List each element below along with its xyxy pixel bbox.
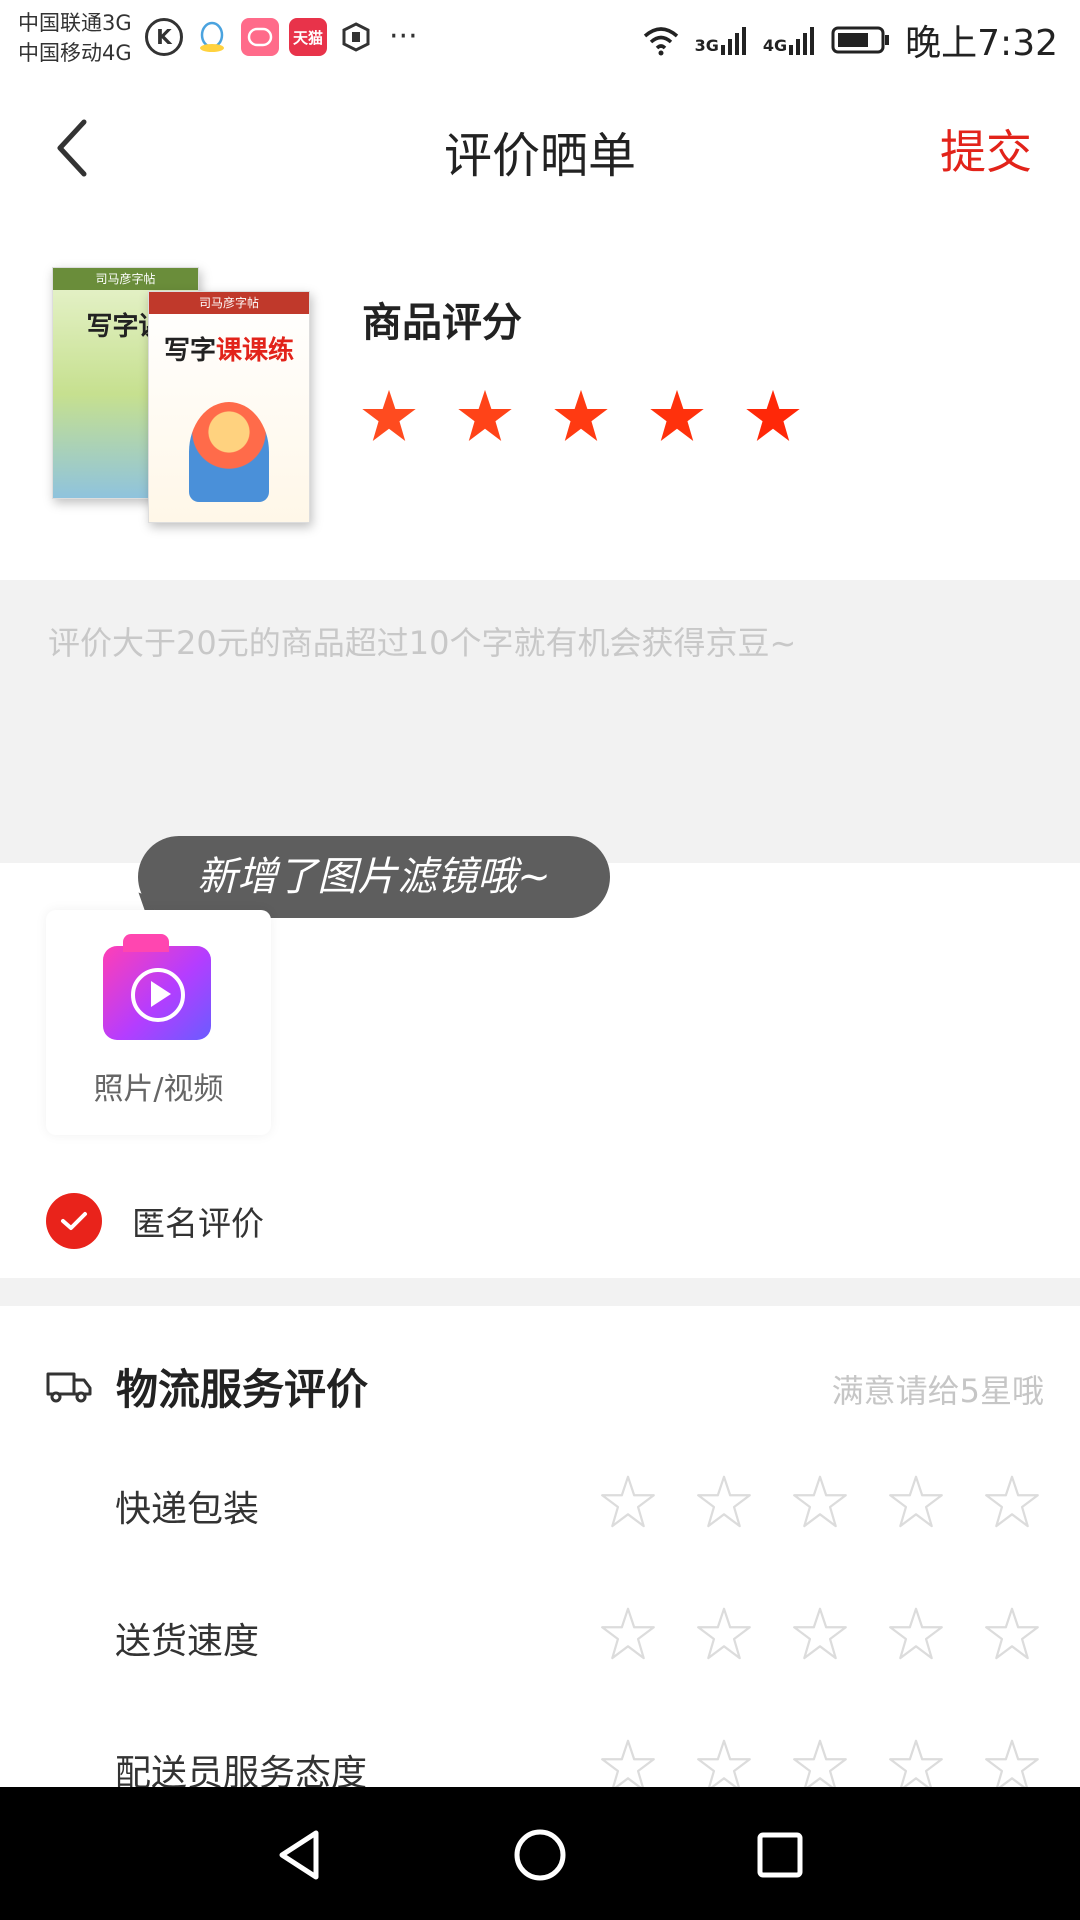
back-triangle-icon[interactable]: [270, 1825, 330, 1885]
star-icon[interactable]: [552, 387, 610, 445]
packaging-rating-stars: [600, 1474, 1040, 1530]
system-navigation-bar: [0, 1787, 1080, 1920]
signal-4g-icon: 4G: [763, 25, 817, 55]
logistics-header: 物流服务评价 满意请给5星哦: [0, 1350, 1080, 1420]
k-app-icon: K: [145, 18, 183, 56]
logistics-hint: 满意请给5星哦: [831, 1372, 1044, 1410]
star-outline-icon[interactable]: [696, 1474, 752, 1530]
vpn-shield-icon: [337, 18, 375, 56]
logistics-row-packaging: 快递包装: [0, 1470, 1080, 1540]
truck-icon: [46, 1372, 92, 1403]
star-outline-icon[interactable]: [984, 1606, 1040, 1662]
submit-button[interactable]: 提交: [940, 116, 1032, 182]
star-outline-icon[interactable]: [696, 1738, 752, 1794]
recents-square-icon[interactable]: [750, 1825, 810, 1885]
row-label: 快递包装: [115, 1489, 260, 1530]
anonymous-toggle[interactable]: 匿名评价: [46, 1193, 264, 1249]
product-rating-label: 商品评分: [362, 300, 522, 346]
star-icon[interactable]: [456, 387, 514, 445]
home-circle-icon[interactable]: [510, 1825, 570, 1885]
star-icon[interactable]: [648, 387, 706, 445]
star-outline-icon[interactable]: [984, 1474, 1040, 1530]
star-outline-icon[interactable]: [600, 1738, 656, 1794]
upload-label: 照片/视频: [93, 1072, 224, 1107]
star-outline-icon[interactable]: [792, 1474, 848, 1530]
wifi-icon: [643, 27, 678, 56]
photo-video-upload-button[interactable]: 照片/视频: [46, 910, 271, 1135]
carrier-1: 中国联通3G: [18, 11, 132, 35]
carrier-2: 中国移动4G: [18, 41, 132, 65]
signal-3g-icon: 3G: [695, 25, 749, 55]
speed-rating-stars: [600, 1606, 1040, 1662]
status-bar: 中国联通3G 中国移动4G K 天猫 ··· 3G 4G 晚上7:32: [0, 0, 1080, 80]
carrier-info: 中国联通3G 中国移动4G: [18, 8, 132, 68]
star-outline-icon[interactable]: [792, 1738, 848, 1794]
star-outline-icon[interactable]: [984, 1738, 1040, 1794]
battery-icon: [831, 26, 890, 54]
notification-icons: K 天猫 ···: [145, 18, 418, 56]
product-rating-section: 司马彦字帖 写字课 司马彦字帖 写字课课练 商品评分: [0, 215, 1080, 580]
star-icon[interactable]: [744, 387, 802, 445]
more-notifications-icon: ···: [389, 19, 418, 54]
product-image: 司马彦字帖 写字课课练: [148, 291, 310, 523]
product-rating-stars: [360, 387, 802, 445]
cartoon-illustration: [189, 402, 269, 502]
courier-rating-stars: [600, 1738, 1040, 1794]
qq-icon: [193, 18, 231, 56]
system-status: 3G 4G 晚上7:32: [641, 14, 1058, 66]
clock: 晚上7:32: [905, 23, 1058, 64]
row-label: 送货速度: [115, 1621, 260, 1662]
section-divider: [0, 1278, 1080, 1306]
chat-app-icon: [241, 18, 279, 56]
checkmark-icon: [46, 1193, 102, 1249]
comment-input[interactable]: [46, 616, 1040, 840]
logistics-row-speed: 送货速度: [0, 1602, 1080, 1672]
star-outline-icon[interactable]: [696, 1606, 752, 1662]
star-outline-icon[interactable]: [888, 1738, 944, 1794]
comment-panel: [0, 580, 1080, 863]
tmall-icon: 天猫: [289, 18, 327, 56]
nav-bar: 评价晒单 提交: [0, 80, 1080, 215]
star-outline-icon[interactable]: [792, 1606, 848, 1662]
star-icon[interactable]: [360, 387, 418, 445]
filter-tooltip: 新增了图片滤镜哦~: [138, 836, 610, 918]
anonymous-label: 匿名评价: [132, 1204, 264, 1243]
camera-icon: [103, 934, 211, 1040]
star-outline-icon[interactable]: [600, 1474, 656, 1530]
star-outline-icon[interactable]: [888, 1474, 944, 1530]
star-outline-icon[interactable]: [600, 1606, 656, 1662]
logistics-title: 物流服务评价: [116, 1365, 369, 1414]
page-title: 评价晒单: [443, 128, 636, 184]
star-outline-icon[interactable]: [888, 1606, 944, 1662]
